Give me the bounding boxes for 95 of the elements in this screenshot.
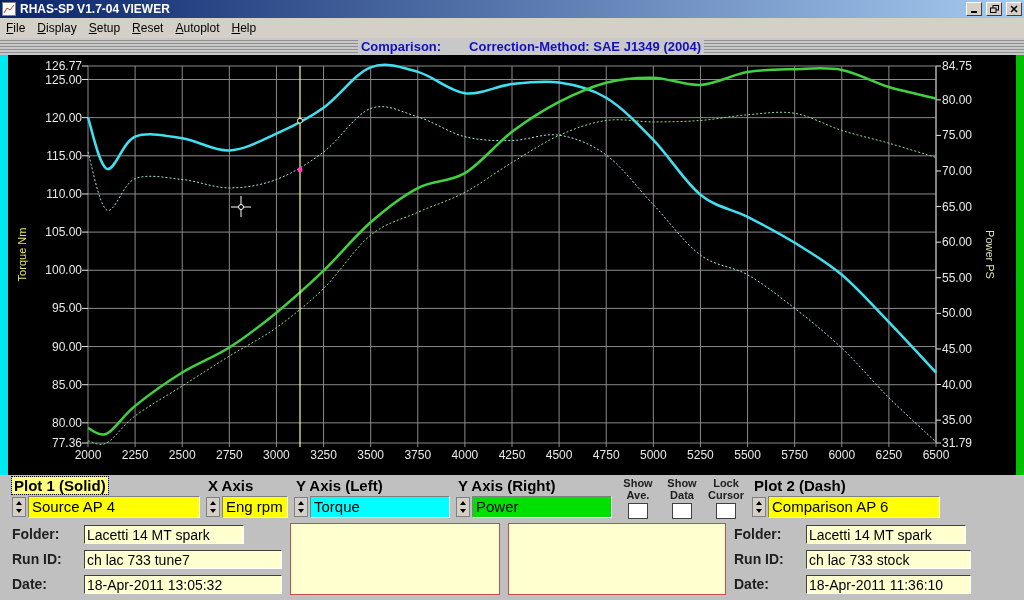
section-heading: Y Axis (Right) <box>457 477 557 494</box>
axis-label: 75.00 <box>942 128 973 143</box>
axis-label: 5000 <box>640 448 667 462</box>
axis-label: 60.00 <box>942 235 973 250</box>
crosshair-icon <box>230 195 252 218</box>
menu-item[interactable]: Autoplot <box>169 21 226 35</box>
axis-label: 2500 <box>168 448 196 462</box>
axis-label: 3750 <box>404 448 432 462</box>
field-label: Folder: <box>12 526 61 542</box>
section-heading: Plot 1 (Solid) <box>12 477 108 494</box>
axis-label: 6000 <box>828 448 856 462</box>
select-field[interactable]: Comparison AP 6 <box>768 496 940 518</box>
axis-label: 90.00 <box>51 339 82 354</box>
up-down-arrows-icon <box>209 500 217 514</box>
menu-item[interactable]: Setup <box>82 21 127 35</box>
axis-label: 55.00 <box>942 270 973 285</box>
axis-label: 125.00 <box>45 72 82 87</box>
up-down-arrows-icon <box>15 500 23 514</box>
axis-label: 2000 <box>74 448 102 462</box>
axis-label: 50.00 <box>942 306 973 321</box>
close-button[interactable] <box>1006 2 1022 16</box>
field-label: Date: <box>734 576 770 592</box>
section-heading: X Axis <box>207 477 255 494</box>
select-field[interactable]: Eng rpm <box>222 496 288 518</box>
axis-label: 120.00 <box>45 110 82 125</box>
axis-label: 4000 <box>451 448 479 462</box>
axis-label: 115.00 <box>46 148 82 163</box>
axis-label: 35.00 <box>942 413 973 428</box>
menu-item[interactable]: Display <box>31 21 83 35</box>
menu-item[interactable]: Reset <box>126 21 170 35</box>
up-down-arrows-icon <box>297 500 305 514</box>
checkbox-label: Show Data <box>666 477 698 501</box>
axis-label: 31.79 <box>942 436 973 450</box>
axis-label: 85.00 <box>51 377 82 392</box>
checkbox[interactable] <box>628 503 648 519</box>
axis-label: 77.36 <box>51 436 82 450</box>
axis-label: 6250 <box>875 448 903 462</box>
axis-label: 6500 <box>922 448 950 462</box>
axis-label: 110.00 <box>46 186 82 201</box>
axis-label: 3250 <box>310 448 337 462</box>
cursor-marker <box>297 117 303 124</box>
axis-label: 105.00 <box>45 225 82 240</box>
axis-label: 5750 <box>781 448 808 462</box>
axis-label: 45.00 <box>942 341 973 356</box>
checkbox[interactable] <box>672 503 692 519</box>
minimize-button[interactable] <box>966 2 982 16</box>
maximize-button[interactable] <box>986 2 1002 16</box>
checkbox-label: Lock Cursor <box>706 477 746 501</box>
field-label: Date: <box>12 576 48 592</box>
correction-method: Correction-Method: SAE J1349 (2004) <box>469 39 701 54</box>
axis-label: 40.00 <box>942 377 973 392</box>
header-label: Comparison: <box>360 39 442 54</box>
menu-item[interactable]: Help <box>225 21 263 35</box>
axis-label: 5250 <box>687 448 714 462</box>
axis-label: 84.75 <box>942 59 973 73</box>
menu-item[interactable]: File <box>0 21 32 35</box>
axis-label: 80.00 <box>942 92 973 107</box>
axis-label: 126.77 <box>45 59 82 73</box>
axis-label: 5500 <box>734 448 761 462</box>
axis-label: 4500 <box>545 448 573 462</box>
up-down-arrows-icon <box>755 500 763 514</box>
checkbox-label: Show Ave. <box>622 477 654 501</box>
spin-button[interactable] <box>12 497 26 517</box>
axis-label: 95.00 <box>51 301 82 316</box>
spin-button[interactable] <box>206 497 220 517</box>
axis-title: Power PS <box>984 230 996 279</box>
axis-label: 2750 <box>216 448 243 462</box>
select-field[interactable]: Source AP 4 <box>28 496 200 518</box>
axis-title: Torque Nm <box>16 227 28 282</box>
field-label: Folder: <box>734 526 783 542</box>
select-field[interactable]: Torque <box>310 496 450 518</box>
spin-button[interactable] <box>294 497 308 517</box>
field-label: Run ID: <box>734 551 785 567</box>
axis-label: 100.00 <box>45 263 82 278</box>
axis-label: 70.00 <box>942 164 973 178</box>
up-down-arrows-icon <box>459 500 467 514</box>
restore-icon <box>989 5 999 13</box>
window-title: RHAS-SP V1.7-04 VIEWER <box>20 2 171 16</box>
axis-label: 2250 <box>121 448 149 462</box>
app-icon <box>2 2 16 16</box>
axis-label: 4750 <box>592 448 620 462</box>
close-icon <box>1010 5 1018 13</box>
axis-label: 80.00 <box>51 415 82 430</box>
checkbox[interactable] <box>716 503 736 519</box>
section-heading: Plot 2 (Dash) <box>753 477 847 494</box>
axis-label: 65.00 <box>942 199 973 214</box>
axis-label: 3000 <box>263 448 290 462</box>
select-field[interactable]: Power <box>472 496 612 518</box>
data-point <box>297 167 303 173</box>
spin-button[interactable] <box>752 497 766 517</box>
axis-label: 3500 <box>357 448 384 462</box>
spin-button[interactable] <box>456 497 470 517</box>
axis-label: 4250 <box>498 448 526 462</box>
field-label: Run ID: <box>12 551 63 567</box>
section-heading: Y Axis (Left) <box>295 477 384 494</box>
